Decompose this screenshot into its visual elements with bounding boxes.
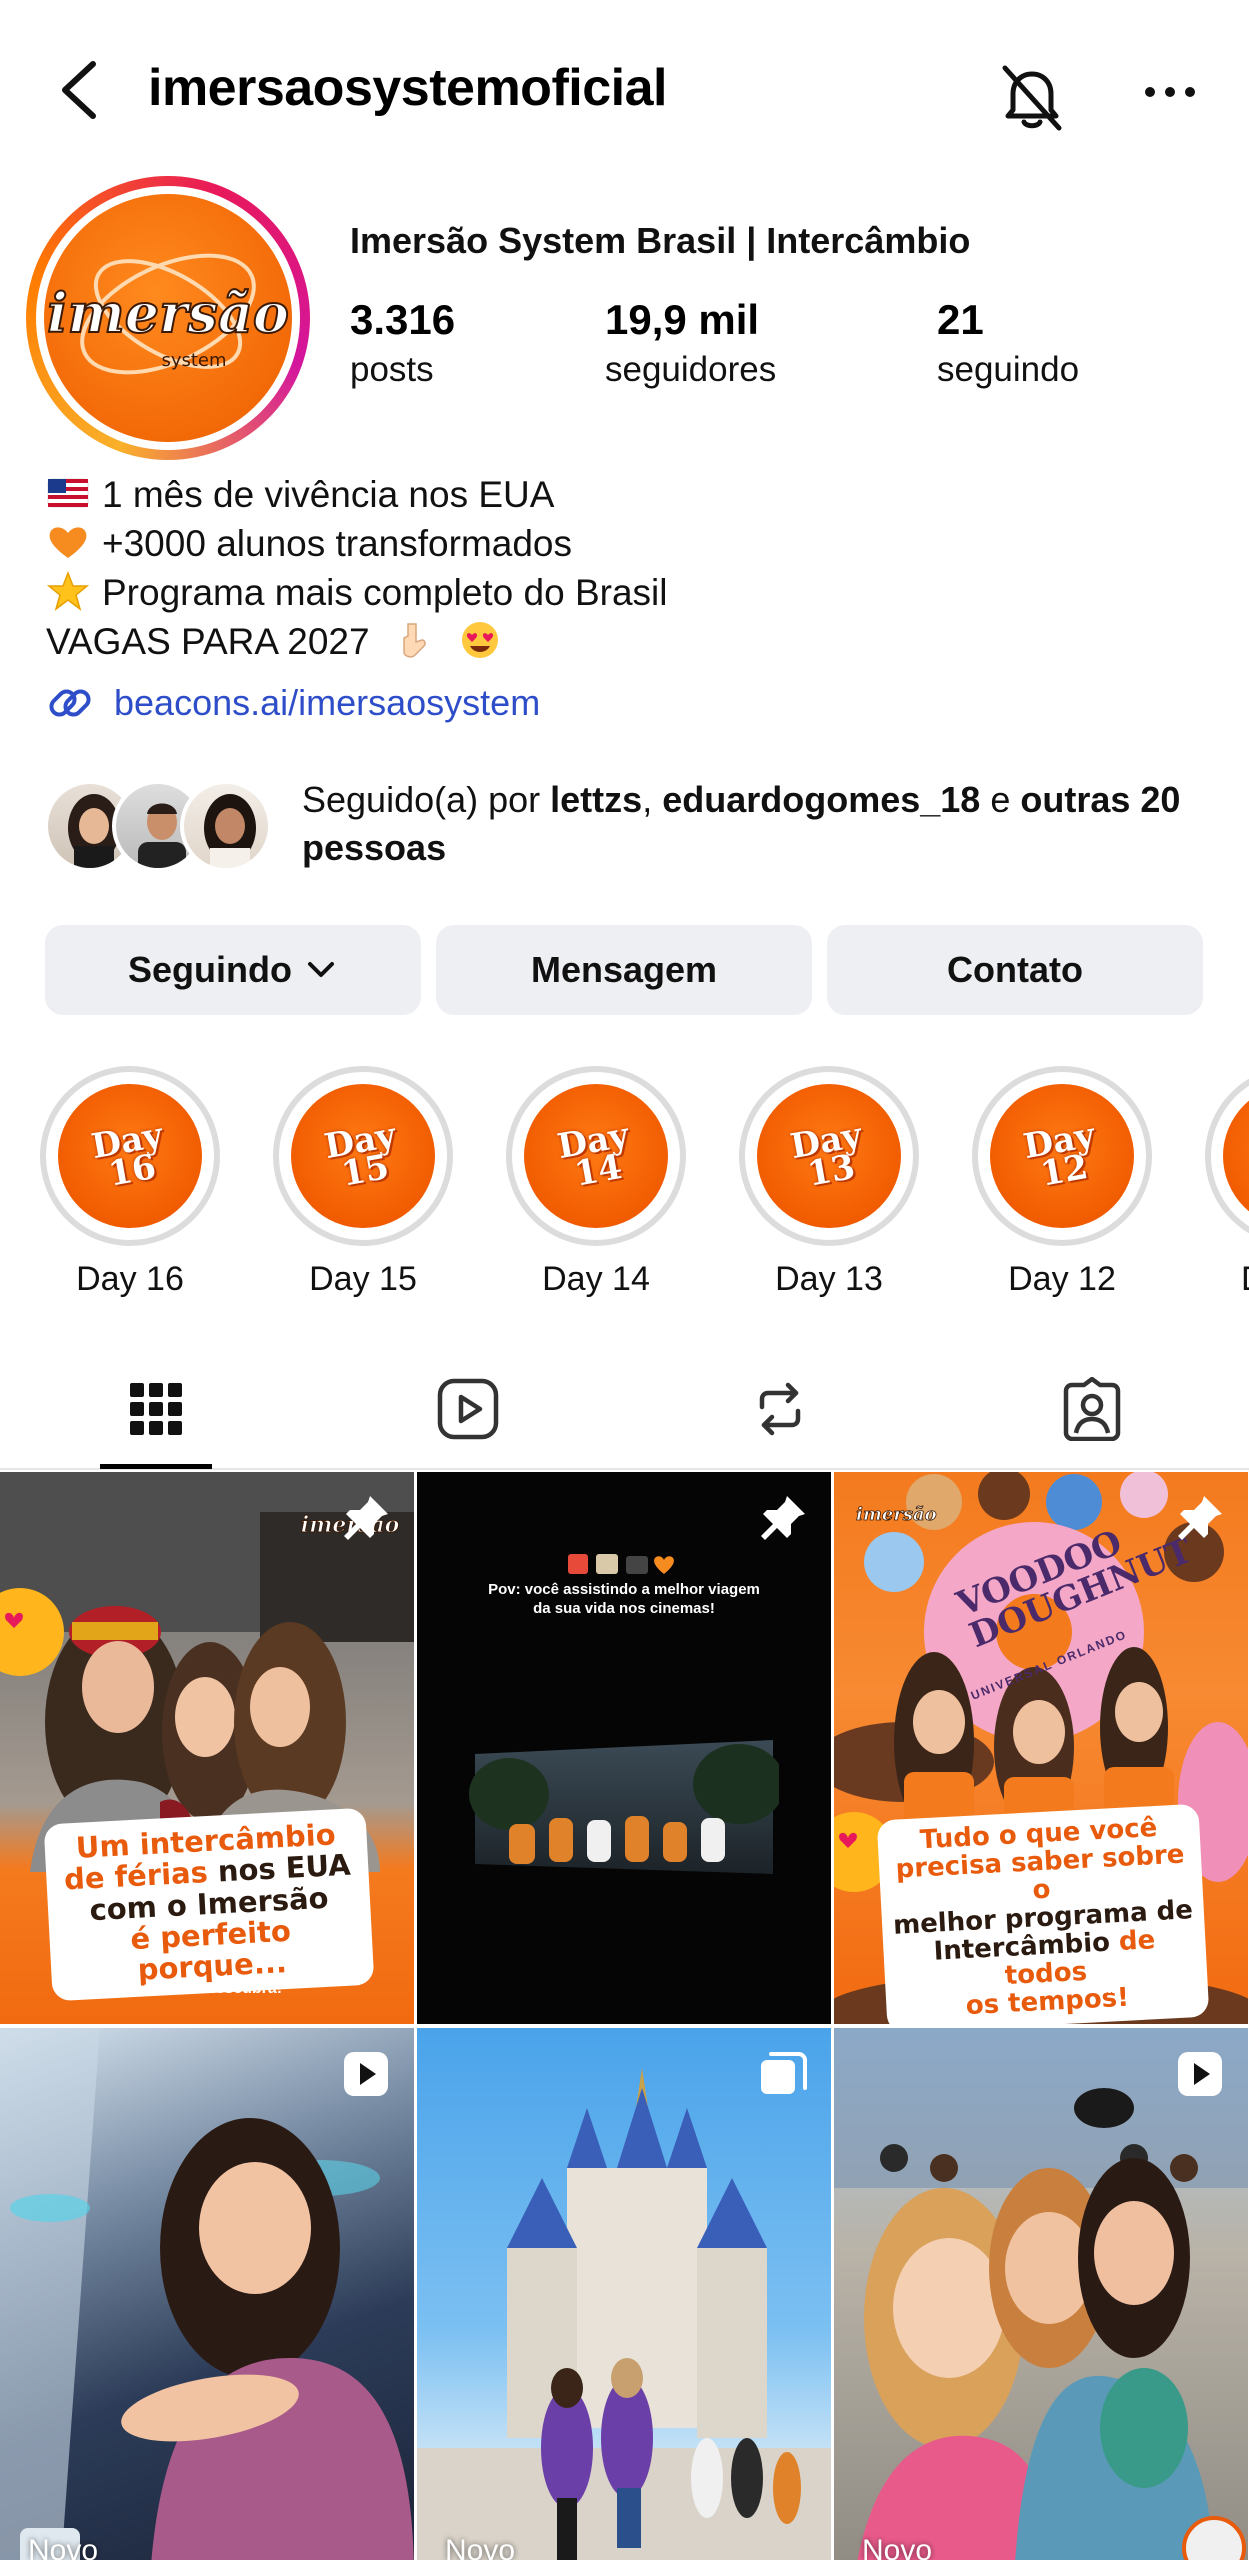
svg-text:imersão: imersão xyxy=(47,281,289,345)
follower-username[interactable]: lettzs xyxy=(550,779,642,820)
mutual-followers[interactable]: Seguido(a) por lettzs, eduardogomes_18 e… xyxy=(44,776,1204,876)
more-options-icon[interactable] xyxy=(1140,72,1200,112)
stat-number: 19,9 mil xyxy=(605,296,760,343)
reel-icon xyxy=(1178,2052,1222,2096)
post-caption: Um intercâmbio de férias nos EUA com o I… xyxy=(43,1807,375,2001)
separator: , xyxy=(642,779,663,820)
orange-heart-icon xyxy=(49,527,87,558)
tab-reposts[interactable] xyxy=(624,1350,936,1468)
story-highlight-partial[interactable]: D xyxy=(1205,1066,1249,1299)
post-photo xyxy=(0,2028,414,2560)
emoji-row xyxy=(568,1554,674,1574)
followed-by-prefix: Seguido(a) por xyxy=(302,779,551,820)
post-tile[interactable]: Novo xyxy=(417,2028,831,2560)
post-tile[interactable]: Novo xyxy=(0,2028,414,2560)
post-tile[interactable]: Novo xyxy=(834,2028,1248,2560)
svg-text:imersão: imersão xyxy=(856,1504,937,1525)
contact-button[interactable]: Contato xyxy=(827,925,1203,1015)
top-bar: imersaosystemoficial xyxy=(0,0,1249,190)
post-cta: Arraste e descubra! xyxy=(131,1980,283,1997)
story-highlight[interactable]: Day 14 Day 14 xyxy=(506,1066,686,1299)
repost-icon xyxy=(759,1382,801,1436)
profile-avatar[interactable]: imersão system xyxy=(26,176,310,460)
post-tile[interactable]: Pov: você assistindo a melhor viagem da … xyxy=(417,1472,831,2024)
message-button[interactable]: Mensagem xyxy=(436,925,812,1015)
new-post-label: Novo xyxy=(28,2534,99,2560)
tab-reels[interactable] xyxy=(312,1350,624,1468)
notifications-off-icon[interactable] xyxy=(995,60,1069,134)
tagged-person-icon xyxy=(1063,1377,1121,1441)
followed-by-text: Seguido(a) por lettzs, eduardogomes_18 e… xyxy=(302,776,1232,872)
following-button-label: Seguindo xyxy=(128,949,292,990)
star-icon xyxy=(46,571,90,611)
reels-icon xyxy=(437,1378,499,1440)
new-post-label: Novo xyxy=(445,2534,516,2560)
heart-eyes-icon xyxy=(462,622,499,658)
post-text: Pov: você assistindo a melhor viagem da … xyxy=(488,1581,760,1617)
highlight-label: Day 16 xyxy=(76,1260,184,1298)
bio-link-text[interactable]: beacons.ai/imersaosystem xyxy=(114,682,540,724)
bio-line: VAGAS PARA 2027 xyxy=(46,621,370,662)
contact-button-label: Contato xyxy=(947,949,1083,990)
post-tile[interactable]: imersão Um intercâmbio de férias nos EUA… xyxy=(0,1472,414,2024)
new-post-label: Novo xyxy=(862,2534,933,2560)
message-button-label: Mensagem xyxy=(530,949,718,990)
pinned-icon xyxy=(1178,1496,1222,1540)
story-highlight[interactable]: Day 12 Day 12 xyxy=(972,1066,1152,1299)
stat-label: posts xyxy=(350,350,434,389)
highlight-badge: Day 16 xyxy=(88,1115,166,1195)
pinned-icon xyxy=(344,1496,388,1540)
stat-label: seguindo xyxy=(937,350,1080,389)
highlight-label: Day 14 xyxy=(542,1260,650,1298)
following-count[interactable]: 21 seguindo xyxy=(937,296,1079,390)
follower-avatar xyxy=(180,780,272,872)
story-highlight[interactable]: Day 13 Day 13 xyxy=(739,1066,919,1299)
us-flag-icon xyxy=(47,478,89,508)
stat-number: 3.316 xyxy=(350,296,456,343)
highlight-label: Day 12 xyxy=(1008,1260,1116,1298)
tab-tagged[interactable] xyxy=(936,1350,1248,1468)
bio-line: +3000 alunos transformados xyxy=(102,523,572,564)
highlight-label: Day 15 xyxy=(309,1260,417,1298)
link-icon xyxy=(49,689,91,717)
bio-line: 1 mês de vivência nos EUA xyxy=(102,474,555,515)
bio-link[interactable]: beacons.ai/imersaosystem xyxy=(44,677,540,729)
svg-text:system: system xyxy=(161,350,226,371)
post-tile[interactable]: imersão VOODOO DOUGHNUT UNIVERSAL ORLAND… xyxy=(834,1472,1248,2024)
post-photo xyxy=(417,2068,831,2560)
profile-username: imersaosystemoficial xyxy=(148,59,667,117)
cinema-screen xyxy=(469,1740,779,1874)
story-highlight[interactable]: Day 16 Day 16 xyxy=(40,1066,220,1299)
grid-icon xyxy=(130,1383,182,1435)
following-button[interactable]: Seguindo xyxy=(45,925,421,1015)
chevron-down-icon xyxy=(308,962,334,977)
highlight-badge: Day 13 xyxy=(787,1115,865,1195)
highlight-badge: Day 15 xyxy=(321,1115,399,1195)
conjunction: e xyxy=(980,779,1021,820)
highlight-label: D xyxy=(1205,1260,1249,1299)
stat-label: seguidores xyxy=(605,350,777,389)
profile-bio: 1 mês de vivência nos EUA +3000 alunos t… xyxy=(46,470,668,666)
tab-posts-grid[interactable] xyxy=(0,1350,312,1468)
story-highlight[interactable]: Day 15 Day 15 xyxy=(273,1066,453,1299)
back-arrow-icon[interactable] xyxy=(55,60,105,120)
post-cta: Arraste e descubra! xyxy=(965,1980,1117,1997)
profile-display-name: Imersão System Brasil | Intercâmbio xyxy=(350,220,971,261)
carousel-icon xyxy=(761,2052,807,2094)
highlight-badge: Day 12 xyxy=(1020,1115,1098,1195)
brand-logo: imersão system xyxy=(46,253,290,375)
pointing-down-hand-icon xyxy=(403,623,426,658)
profile-tabs xyxy=(0,1350,1249,1470)
active-tab-indicator xyxy=(100,1464,212,1469)
highlight-badge: Day 14 xyxy=(554,1115,632,1195)
post-photo xyxy=(834,2028,1248,2560)
reel-icon xyxy=(344,2052,388,2096)
followers-count[interactable]: 19,9 mil seguidores xyxy=(605,296,776,390)
follower-username[interactable]: eduardogomes_18 xyxy=(662,779,980,820)
bio-line: Programa mais completo do Brasil xyxy=(102,572,668,613)
posts-count[interactable]: 3.316 posts xyxy=(350,296,455,390)
stat-number: 21 xyxy=(937,296,984,343)
pinned-icon xyxy=(761,1496,805,1540)
highlight-label: Day 13 xyxy=(775,1260,883,1298)
